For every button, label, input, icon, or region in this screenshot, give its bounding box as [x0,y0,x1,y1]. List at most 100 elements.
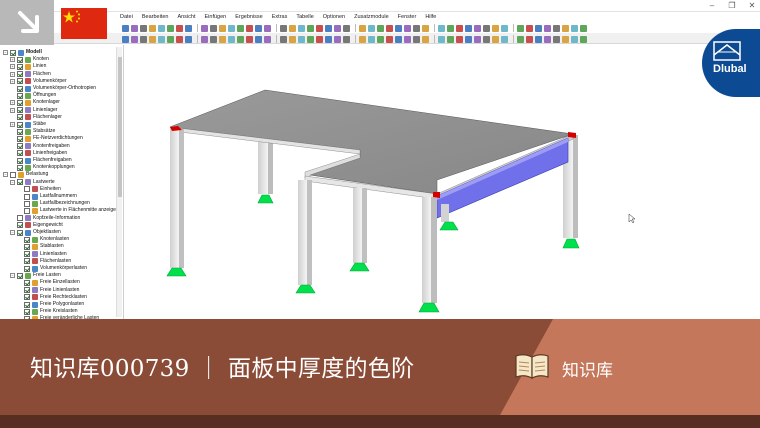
toolbar-tool-icon[interactable] [413,35,420,43]
tree-checkbox[interactable] [17,114,23,121]
tree-expander-icon[interactable]: + [10,57,15,63]
toolbar-tool-icon[interactable] [517,35,524,43]
tree-item[interactable]: − Belastung [3,171,48,178]
tree-expander-icon[interactable]: − [10,273,15,279]
menu-item-bearbeiten[interactable]: Bearbeiten [142,12,169,22]
toolbar-tool-icon[interactable] [210,35,217,43]
toolbar-tool-icon[interactable] [571,35,578,43]
tree-item[interactable]: + Knotenlager [10,99,60,106]
tree-checkbox[interactable] [17,179,23,186]
toolbar-tool-icon[interactable] [343,24,350,32]
tree-checkbox[interactable] [24,193,30,200]
toolbar-tool-icon[interactable] [289,24,296,32]
tree-checkbox[interactable] [17,63,23,70]
menu-item-ansicht[interactable]: Ansicht [177,12,195,22]
toolbar-tool-icon[interactable] [571,24,578,32]
toolbar-tool-icon[interactable] [255,24,262,32]
tree-checkbox[interactable] [24,236,30,243]
toolbar-tool-icon[interactable] [447,35,454,43]
toolbar-tool-icon[interactable] [185,35,192,43]
tree-checkbox[interactable] [24,258,30,265]
tree-checkbox[interactable] [17,229,23,236]
toolbar-tool-icon[interactable] [228,24,235,32]
toolbar-tool-icon[interactable] [298,24,305,32]
toolbar-tool-icon[interactable] [210,24,217,32]
tree-item[interactable]: Stablasten [17,243,64,250]
tree-checkbox[interactable] [17,107,23,114]
tree-item[interactable]: Knotenfreigaben [10,143,70,150]
toolbar-tool-icon[interactable] [185,24,192,32]
tree-item[interactable]: + Linien [10,63,46,70]
tree-item[interactable]: Lastfallnummern [17,193,77,200]
tree-expander-icon[interactable]: + [10,78,15,84]
toolbar-tool-icon[interactable] [149,24,156,32]
toolbar-tool-icon[interactable] [483,35,490,43]
toolbar-tool-icon[interactable] [474,24,481,32]
tree-item[interactable]: Freie Linienlasten [17,287,79,294]
tree-checkbox[interactable] [24,243,30,250]
model-viewport[interactable] [125,45,760,319]
tree-checkbox[interactable] [17,78,23,85]
toolbar-tool-icon[interactable] [264,24,271,32]
tree-item[interactable]: − Freie Lasten [10,272,61,279]
toolbar-tool-icon[interactable] [465,24,472,32]
tree-checkbox[interactable] [17,99,23,106]
tree-checkbox[interactable] [24,279,30,286]
toolbar-tool-icon[interactable] [325,35,332,43]
tree-checkbox[interactable] [17,128,23,135]
tree-checkbox[interactable] [17,215,23,222]
navigator-scrollbar[interactable] [116,47,122,317]
close-button[interactable]: ✕ [746,1,758,11]
toolbar-tool-icon[interactable] [413,24,420,32]
toolbar-tool-icon[interactable] [386,24,393,32]
tree-item[interactable]: + Flächen [10,71,51,78]
toolbar-tool-icon[interactable] [438,35,445,43]
toolbar-tool-icon[interactable] [158,35,165,43]
menu-item-tabelle[interactable]: Tabelle [296,12,313,22]
nodal-support[interactable] [166,267,187,277]
toolbar-tool-icon[interactable] [280,35,287,43]
toolbar-tool-icon[interactable] [167,24,174,32]
toolbar-tool-icon[interactable] [474,35,481,43]
tree-item[interactable]: − Lastwerte [10,179,55,186]
toolbar-tool-icon[interactable] [492,24,499,32]
tree-checkbox[interactable] [17,164,23,171]
toolbar-tool-icon[interactable] [492,35,499,43]
toolbar-tool-icon[interactable] [176,24,183,32]
tree-item[interactable]: FE-Netzverdichtungen [10,135,83,142]
menu-item-hilfe[interactable]: Hilfe [425,12,436,22]
toolbar-tool-icon[interactable] [343,35,350,43]
toolbar-tool-icon[interactable] [131,35,138,43]
tree-item[interactable]: + Knoten [10,56,49,63]
toolbar-tool-icon[interactable] [526,24,533,32]
toolbar-tool-icon[interactable] [395,24,402,32]
tree-item[interactable]: Stabsätze [10,128,55,135]
nodal-support[interactable] [295,284,316,294]
toolbar-tool-icon[interactable] [456,35,463,43]
menu-item-fenster[interactable]: Fenster [398,12,417,22]
toolbar-tool-icon[interactable] [334,35,341,43]
tree-item[interactable]: Einheiten [17,186,61,193]
toolbar-tool-icon[interactable] [544,24,551,32]
toolbar-tool-icon[interactable] [438,24,445,32]
tree-item[interactable]: Volumenkörper-Orthotropien [10,85,96,92]
tree-checkbox[interactable] [24,265,30,272]
tree-item[interactable]: Knotenlasten [17,236,69,243]
nodal-support[interactable] [418,302,440,313]
menu-item-einfuegen[interactable]: Einfügen [205,12,227,22]
restore-button[interactable]: ❐ [726,1,738,11]
tree-checkbox[interactable] [17,150,23,157]
tree-item[interactable]: Eigengewicht [10,222,63,229]
toolbar-tool-icon[interactable] [580,35,587,43]
toolbar-tool-icon[interactable] [501,35,508,43]
tree-item[interactable]: Linienfreigaben [10,150,67,157]
tree-item[interactable]: Flächenfreigaben [10,157,72,164]
nodal-support[interactable] [562,238,580,249]
nodal-support[interactable] [349,262,370,272]
minimize-button[interactable]: – [706,1,718,11]
tree-item[interactable]: Freie Polygonlasten [17,301,84,308]
tree-checkbox[interactable] [24,294,30,301]
tree-expander-icon[interactable]: − [3,50,8,55]
tree-checkbox[interactable] [17,85,23,92]
toolbar-tool-icon[interactable] [456,24,463,32]
